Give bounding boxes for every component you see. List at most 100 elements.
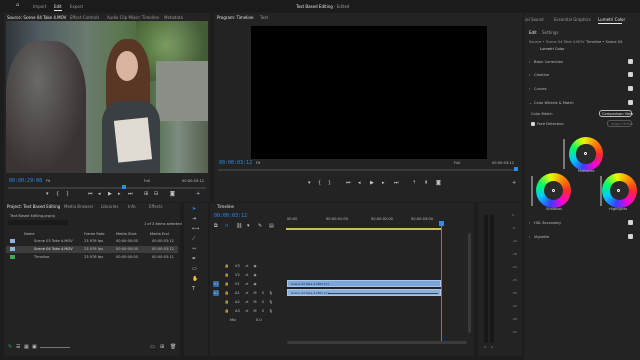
work-area-bar[interactable] — [286, 228, 442, 230]
razor-icon[interactable]: ⟋ — [192, 237, 196, 242]
ripple-edit-icon[interactable]: ⟷ — [192, 227, 199, 232]
tab-audio-clip-mixer[interactable]: Audio Clip Mixer: Timeline — [107, 15, 159, 20]
sync-icon[interactable]: ⇄ — [244, 308, 250, 314]
sync-icon[interactable]: ⇄ — [244, 263, 250, 269]
step-back-icon[interactable]: ⏮ — [88, 192, 93, 197]
solo-right-button[interactable]: S — [491, 345, 493, 349]
color-wheels-checkbox[interactable] — [628, 100, 633, 105]
program-frame-back-icon[interactable]: ◂ — [358, 181, 361, 186]
mute-button[interactable]: M — [252, 299, 258, 305]
creative-checkbox[interactable] — [628, 72, 633, 77]
face-detection-checkbox[interactable] — [531, 122, 535, 126]
timeline-scrollbar[interactable] — [287, 341, 467, 344]
list-view-icon[interactable]: ☰ — [16, 345, 20, 350]
audio-clip[interactable]: Scene 04 Take 4.MOV [A] — [287, 289, 441, 296]
program-frame-forward-icon[interactable]: ▸ — [382, 181, 385, 186]
freeform-view-icon[interactable]: ▣ — [32, 345, 37, 350]
solo-left-button[interactable]: S — [484, 345, 486, 349]
column-media-end[interactable]: Media End — [150, 232, 169, 236]
chevron-creative[interactable]: › — [529, 73, 530, 77]
mute-button[interactable]: M — [252, 290, 258, 296]
mark-in-icon[interactable]: { — [56, 192, 59, 197]
lock-icon[interactable]: 🔒 — [224, 290, 230, 296]
track-a1[interactable]: A1 🔒 A1 ⇄ M S 🎙 — [212, 289, 286, 297]
frame-back-icon[interactable]: ◂ — [98, 192, 101, 197]
tab-media-browser[interactable]: Media Browser — [64, 204, 94, 209]
source-fit-select[interactable]: Fit — [46, 179, 50, 183]
tab-timeline[interactable]: Timeline — [217, 204, 234, 209]
target-label[interactable]: Timeline • Scene 04 — [586, 40, 622, 44]
hsl-checkbox[interactable] — [628, 220, 633, 225]
section-creative[interactable]: Creative — [534, 73, 549, 77]
program-playhead[interactable] — [514, 167, 518, 171]
pen-icon[interactable]: ✒ — [192, 257, 196, 262]
program-quality-select[interactable]: Full — [454, 161, 460, 165]
lock-icon[interactable]: 🔒 — [224, 308, 230, 314]
tab-effects[interactable]: Effects — [149, 204, 163, 209]
solo-button[interactable]: S — [260, 308, 266, 314]
frame-forward-icon[interactable]: ▸ — [118, 192, 121, 197]
apply-match-button[interactable]: Apply Match — [607, 120, 633, 127]
program-timecode[interactable]: 00:00:03:12 — [219, 160, 252, 166]
section-hsl-secondary[interactable]: HSL Secondary — [534, 221, 561, 225]
workspace-tab-export[interactable]: Export — [70, 4, 83, 9]
section-curves[interactable]: Curves — [534, 87, 546, 91]
track-v3[interactable]: 🔒 V3 ⇄ ◉ — [212, 262, 286, 270]
tab-essential-sound[interactable]: ial Sound — [525, 17, 544, 22]
lock-icon[interactable]: 🔒 — [224, 263, 230, 269]
tab-project[interactable]: Project: Text Based Editing — [7, 204, 60, 209]
trash-icon[interactable]: 🗑 — [170, 345, 176, 350]
overwrite-icon[interactable]: ⊟ — [154, 192, 158, 197]
tab-edit[interactable]: Edit — [529, 30, 537, 35]
track-v1[interactable]: V1 🔒 V1 ⇄ ◉ — [212, 280, 286, 288]
list-item[interactable]: Timeline 23.976 fps 00:00:00:00 00:00:03… — [6, 254, 178, 261]
midtones-slider[interactable] — [563, 139, 565, 169]
wrench-icon[interactable]: ✎ — [258, 224, 262, 229]
chevron-hsl[interactable]: › — [529, 221, 530, 225]
program-add-button-icon[interactable]: + — [512, 181, 516, 186]
mix-value[interactable]: 0.0 — [256, 318, 262, 322]
program-step-back-icon[interactable]: ⏮ — [346, 181, 351, 186]
mute-button[interactable]: M — [252, 308, 258, 314]
source-patch[interactable]: V1 — [213, 281, 219, 287]
snap-icon[interactable]: ∩ — [225, 224, 229, 229]
section-color-wheels[interactable]: Color Wheels & Match — [534, 101, 574, 105]
lock-icon[interactable]: 🔒 — [224, 272, 230, 278]
column-media-start[interactable]: Media Start — [116, 232, 137, 236]
mic-icon[interactable]: 🎙 — [268, 308, 274, 314]
source-quality-select[interactable]: Full — [144, 179, 150, 183]
icon-view-icon[interactable]: ▦ — [24, 345, 29, 350]
tab-program[interactable]: Program: Timeline — [217, 15, 254, 20]
program-mark-in-icon[interactable]: { — [318, 181, 321, 186]
column-frame-rate[interactable]: Frame Rate — [84, 232, 105, 236]
track-a2[interactable]: 🔒 A2 ⇄ M S 🎙 — [212, 298, 286, 306]
extract-icon[interactable]: ⇞ — [424, 181, 428, 186]
source-patch[interactable]: A1 — [213, 290, 219, 296]
curves-checkbox[interactable] — [628, 86, 633, 91]
section-basic-correction[interactable]: Basic Correction — [534, 60, 563, 64]
sync-icon[interactable]: ⇄ — [244, 299, 250, 305]
tab-metadata[interactable]: Metadata — [164, 15, 183, 20]
chevron-color-wheels[interactable]: ⌄ — [529, 101, 532, 105]
lock-icon[interactable]: 🔒 — [224, 281, 230, 287]
tab-settings[interactable]: Settings — [542, 30, 558, 35]
source-playhead[interactable] — [122, 185, 126, 189]
program-scrub-bar[interactable] — [218, 169, 518, 171]
vignette-checkbox[interactable] — [628, 234, 633, 239]
tab-info[interactable]: Info — [128, 204, 136, 209]
video-clip[interactable]: Scene 04 Take 4.MOV [V] — [287, 280, 441, 287]
program-marker-icon[interactable]: ▾ — [308, 181, 311, 186]
chevron-curves[interactable]: › — [529, 87, 530, 91]
lock-icon[interactable]: 🔒 — [224, 299, 230, 305]
tab-source[interactable]: Source: Scene 04 Take 4.MOV — [7, 15, 66, 20]
new-item-icon[interactable]: ⊞ — [160, 345, 164, 350]
workspace-tab-import[interactable]: Import — [33, 4, 46, 9]
home-icon[interactable]: ⌂ — [16, 3, 19, 8]
list-item[interactable]: Scene 03 Take 4.MOV 23.976 fps 00:00:00:… — [6, 238, 178, 245]
tab-lumetri-color[interactable]: Lumetri Color — [598, 17, 625, 22]
linked-selection-icon[interactable]: ⛓ — [236, 224, 242, 229]
program-play-icon[interactable]: ▶ — [370, 181, 374, 186]
search-input[interactable] — [8, 220, 68, 225]
comparison-view-button[interactable]: Comparison View — [599, 110, 633, 117]
mic-icon[interactable]: 🎙 — [268, 290, 274, 296]
